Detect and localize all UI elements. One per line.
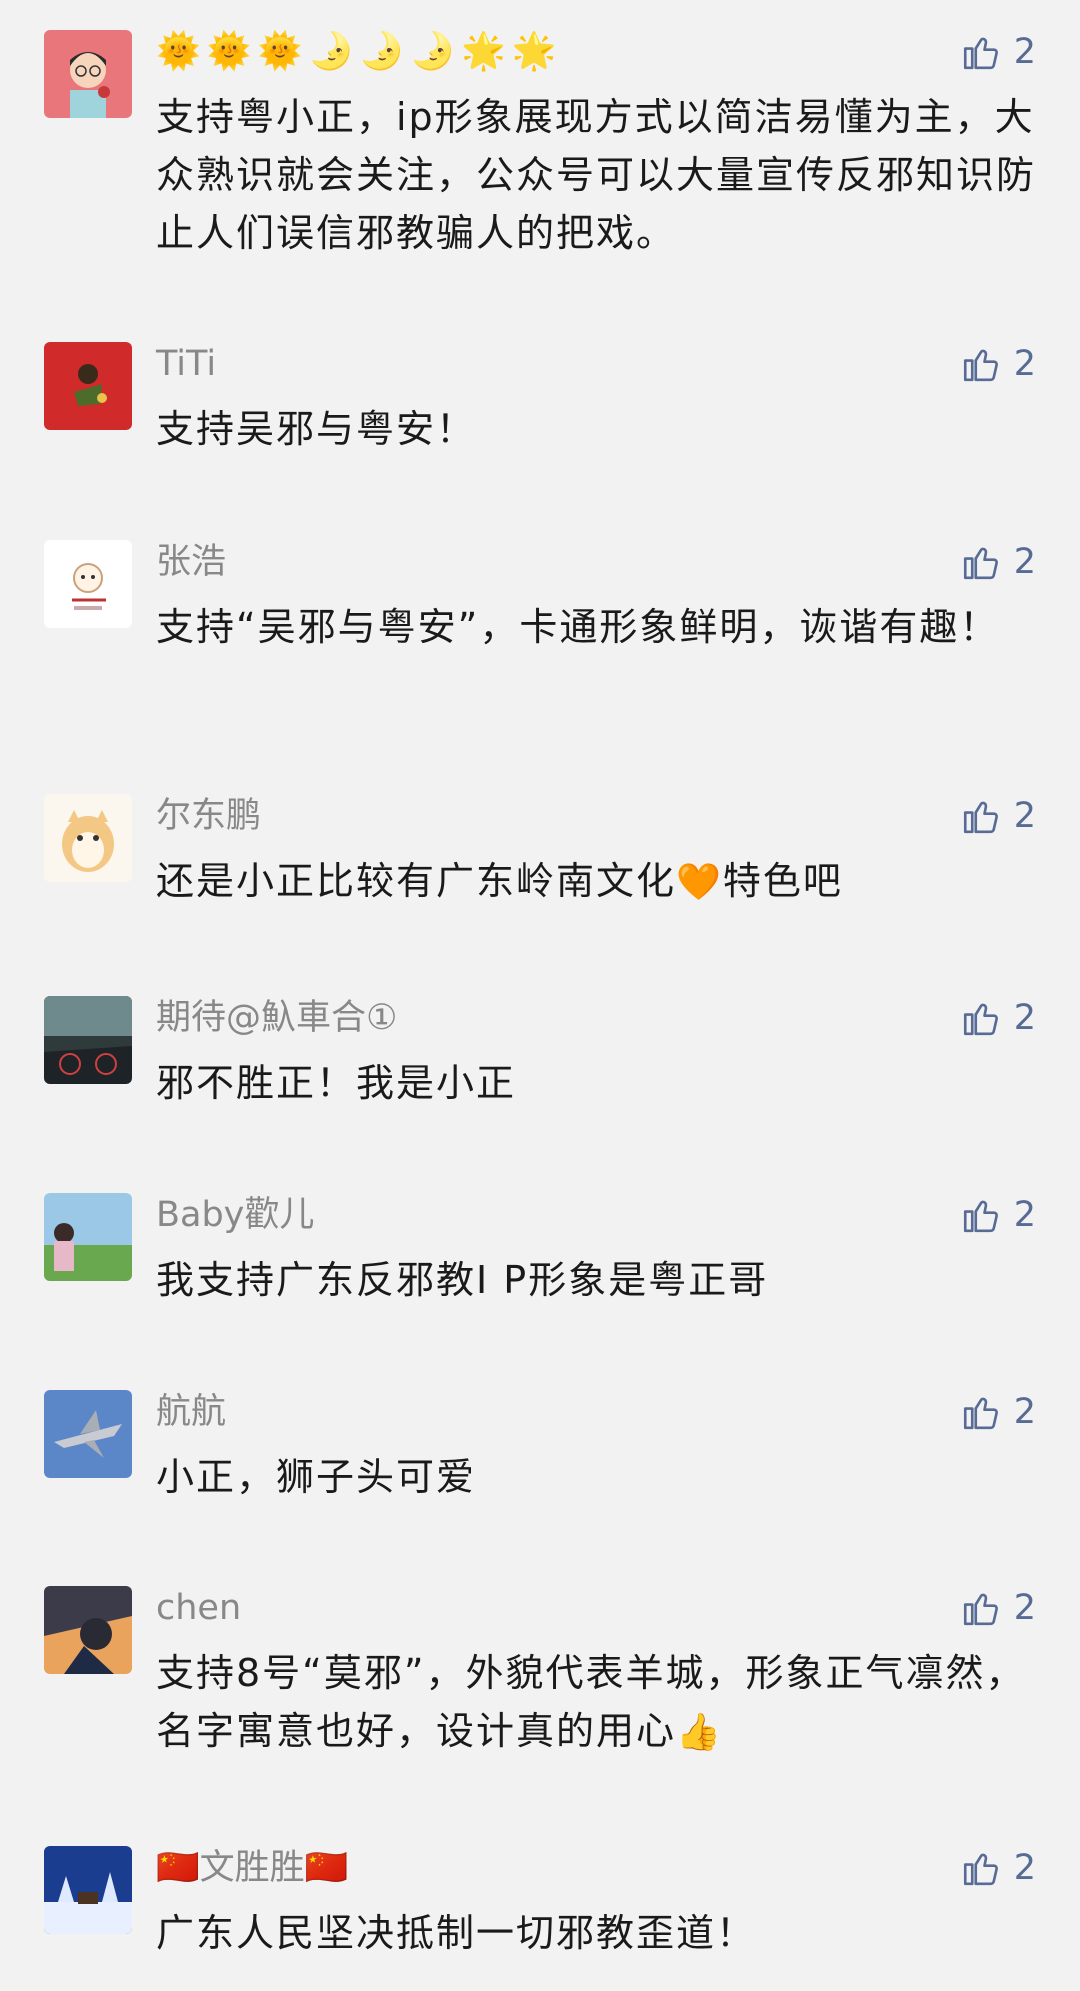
- comment-text: 支持吴邪与粤安！: [156, 407, 477, 451]
- comment-text: 我支持广东反邪教I P形象是粤正哥: [156, 1258, 769, 1302]
- thumbs-up-icon: [963, 37, 998, 70]
- thumbs-up-emoji-icon: 👍: [676, 1712, 723, 1753]
- comment-item: 张浩 2 支持“吴邪与粤安”，卡通形象鲜明，诙谐有趣！: [0, 540, 1080, 710]
- thumbs-up-icon: [963, 547, 998, 580]
- thumbs-up-icon: [963, 801, 998, 834]
- nickname: chen: [156, 1588, 242, 1628]
- avatar[interactable]: [44, 540, 132, 628]
- comment-text: 邪不胜正！我是小正: [156, 1061, 517, 1105]
- nickname: 🌞🌞🌞🌛🌛🌛🌟🌟: [156, 31, 563, 72]
- like-count: 2: [1013, 344, 1036, 384]
- nickname: Baby歡儿: [156, 1195, 315, 1235]
- like-button[interactable]: 2: [960, 1193, 1036, 1237]
- like-count: 2: [1013, 1848, 1036, 1888]
- nickname: 期待@魞車合①: [156, 998, 398, 1038]
- orange-heart-icon: 🧡: [676, 862, 723, 903]
- like-button[interactable]: 2: [960, 342, 1036, 386]
- like-button[interactable]: 2: [960, 1846, 1036, 1890]
- like-button[interactable]: 2: [960, 30, 1036, 74]
- like-count: 2: [1013, 998, 1036, 1038]
- comment-item: TiTi 2 支持吴邪与粤安！: [0, 342, 1080, 452]
- avatar[interactable]: [44, 342, 132, 430]
- comment-item: 🇨🇳文胜胜🇨🇳 2 广东人民坚决抵制一切邪教歪道！: [0, 1846, 1080, 1956]
- avatar[interactable]: [44, 1586, 132, 1674]
- thumbs-up-icon: [963, 1853, 998, 1886]
- nickname: 🇨🇳文胜胜🇨🇳: [156, 1848, 349, 1888]
- nickname: 张浩: [156, 542, 227, 582]
- avatar[interactable]: [44, 30, 132, 118]
- comment-text: 小正，狮子头可爱: [156, 1455, 477, 1499]
- avatar[interactable]: [44, 1390, 132, 1478]
- like-count: 2: [1013, 1392, 1036, 1432]
- avatar[interactable]: [44, 794, 132, 882]
- nickname: 尔东鹏: [156, 796, 262, 836]
- like-count: 2: [1013, 1588, 1036, 1628]
- comment-text: 还是小正比较有广东岭南文化🧡特色吧: [156, 859, 843, 903]
- like-button[interactable]: 2: [960, 1390, 1036, 1434]
- like-count: 2: [1013, 542, 1036, 582]
- like-count: 2: [1013, 1195, 1036, 1235]
- thumbs-up-icon: [963, 1200, 998, 1233]
- like-count: 2: [1013, 796, 1036, 836]
- comment-item: 期待@魞車合① 2 邪不胜正！我是小正: [0, 996, 1080, 1106]
- thumbs-up-icon: [963, 1003, 998, 1036]
- comment-item: Baby歡儿 2 我支持广东反邪教I P形象是粤正哥: [0, 1193, 1080, 1303]
- thumbs-up-icon: [963, 1397, 998, 1430]
- comment-text: 支持粤小正，ip形象展现方式以简洁易懂为主，大众熟识就会关注，公众号可以大量宣传…: [156, 95, 1037, 255]
- like-button[interactable]: 2: [960, 540, 1036, 584]
- nickname: 航航: [156, 1392, 227, 1432]
- comment-text: 广东人民坚决抵制一切邪教歪道！: [156, 1911, 757, 1955]
- comment-item: 航航 2 小正，狮子头可爱: [0, 1390, 1080, 1500]
- thumbs-up-icon: [963, 1593, 998, 1626]
- avatar[interactable]: [44, 1193, 132, 1281]
- like-count: 2: [1013, 32, 1036, 72]
- nickname: TiTi: [156, 344, 217, 384]
- comment-item: 🌞🌞🌞🌛🌛🌛🌟🌟 2 支持粤小正，ip形象展现方式以简洁易懂为主，大众熟识就会关…: [0, 30, 1080, 255]
- like-button[interactable]: 2: [960, 1586, 1036, 1630]
- comment-list: 🌞🌞🌞🌛🌛🌛🌟🌟 2 支持粤小正，ip形象展现方式以简洁易懂为主，大众熟识就会关…: [0, 0, 1080, 1991]
- avatar[interactable]: [44, 1846, 132, 1934]
- comment-item: 尔东鹏 2 还是小正比较有广东岭南文化🧡特色吧: [0, 794, 1080, 904]
- like-button[interactable]: 2: [960, 794, 1036, 838]
- like-button[interactable]: 2: [960, 996, 1036, 1040]
- comment-text: 支持8号“莫邪”，外貌代表羊城，形象正气凛然，名字寓意也好，设计真的用心👍: [156, 1651, 1026, 1753]
- avatar[interactable]: [44, 996, 132, 1084]
- comment-text: 支持“吴邪与粤安”，卡通形象鲜明，诙谐有趣！: [156, 605, 1000, 649]
- comment-item: chen 2 支持8号“莫邪”，外貌代表羊城，形象正气凛然，名字寓意也好，设计真…: [0, 1586, 1080, 1756]
- thumbs-up-icon: [963, 349, 998, 382]
